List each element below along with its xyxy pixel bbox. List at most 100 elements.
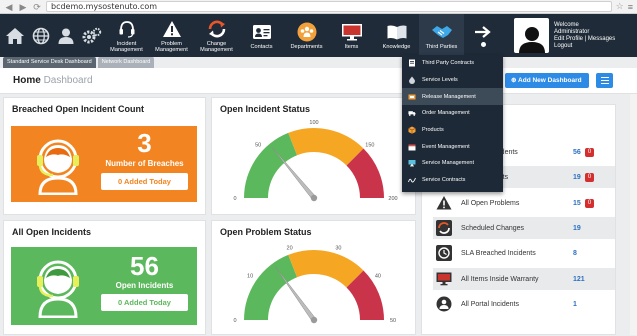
monitor-icon bbox=[341, 22, 363, 42]
list-item-count[interactable]: 15 bbox=[573, 200, 581, 207]
open-incident-label: Open Incidents bbox=[115, 281, 174, 290]
gauge-tick-label: 10 bbox=[247, 273, 253, 279]
dropdown-item-service-contracts[interactable]: Service Contracts bbox=[402, 172, 503, 189]
top-navigation: Incident Management Problem Management C… bbox=[0, 14, 637, 57]
list-item-label: All Items Inside Warranty bbox=[461, 275, 539, 283]
gauge-tick-label: 20 bbox=[287, 246, 293, 252]
forward-icon[interactable]: ▶ bbox=[18, 1, 28, 13]
dropdown-item-label: Service Management bbox=[422, 160, 474, 167]
quick-links bbox=[0, 14, 104, 57]
gauge-tick-label: 50 bbox=[390, 318, 396, 324]
avatar[interactable] bbox=[514, 18, 549, 53]
gauge-tick-label: 150 bbox=[365, 142, 374, 148]
status-badge: 0 bbox=[585, 147, 594, 157]
open-incident-gauge[interactable]: 0 50 100 150 200 bbox=[212, 98, 417, 216]
open-incidents-card[interactable]: 56 Open Incidents 0 Added Today bbox=[11, 247, 197, 325]
gauge-band-green bbox=[244, 132, 298, 198]
list-menu-button[interactable] bbox=[596, 73, 613, 88]
list-item[interactable]: Scheduled Changes 19 bbox=[433, 217, 615, 239]
page-scrollbar[interactable] bbox=[630, 94, 637, 335]
nav-knowledge[interactable]: Knowledge bbox=[374, 14, 419, 57]
dropdown-item-release-management[interactable]: Release Management bbox=[402, 88, 503, 106]
monitor-icon bbox=[435, 270, 453, 288]
list-item-label: All Portal Incidents bbox=[461, 300, 519, 308]
list-item-count[interactable]: 56 bbox=[573, 149, 581, 156]
drop-icon bbox=[408, 76, 416, 85]
nav-departments[interactable]: Departments bbox=[284, 14, 329, 57]
dropdown-item-service-levels[interactable]: Service Levels bbox=[402, 72, 503, 89]
breached-added-today-button[interactable]: 0 Added Today bbox=[101, 173, 188, 190]
dropdown-item-service-management[interactable]: Service Management bbox=[402, 155, 503, 172]
plus-circle-icon: ⊕ bbox=[511, 77, 517, 84]
list-item-label: SLA Breached Incidents bbox=[461, 249, 536, 257]
status-badge: 0 bbox=[585, 172, 594, 182]
panel-title: All Open Incidents bbox=[12, 227, 92, 237]
tab-standard-service-desk[interactable]: Standard Service Desk Dashboard bbox=[3, 57, 96, 68]
pager-dot bbox=[480, 41, 486, 47]
page-title: Home Dashboard bbox=[13, 75, 93, 86]
gauge-tick-label: 100 bbox=[309, 120, 318, 126]
nav-items[interactable]: Items bbox=[329, 14, 374, 57]
home-icon[interactable] bbox=[3, 21, 27, 51]
settings-icon[interactable] bbox=[80, 21, 104, 51]
back-icon[interactable]: ◀ bbox=[4, 1, 14, 13]
gauge-hub bbox=[310, 316, 318, 324]
open-incident-status-panel: Open Incident Status 0 50 100 150 200 bbox=[211, 97, 416, 215]
third-parties-dropdown: Third Party Contracts Service Levels Relea… bbox=[402, 55, 503, 192]
user-icon[interactable] bbox=[55, 21, 79, 51]
contract-icon bbox=[408, 59, 416, 67]
open-added-today-button[interactable]: 0 Added Today bbox=[101, 294, 188, 311]
handshake-icon bbox=[431, 22, 453, 42]
panel-title: Breached Open Incident Count bbox=[12, 104, 145, 114]
list-item[interactable]: SLA Breached Incidents 8 bbox=[433, 242, 615, 264]
bookmark-star-icon[interactable]: ☆ bbox=[616, 1, 624, 12]
dropdown-item-label: Order Management bbox=[422, 110, 470, 117]
list-item-count[interactable]: 19 bbox=[573, 174, 581, 181]
nav-incident-management[interactable]: Incident Management bbox=[104, 14, 149, 57]
list-item[interactable]: All Open Problems 15 0 bbox=[433, 192, 615, 214]
list-item-label: All Open Problems bbox=[461, 199, 520, 207]
globe-icon[interactable] bbox=[29, 21, 53, 51]
messages-link[interactable]: Messages bbox=[588, 36, 615, 42]
agent-headset-icon bbox=[37, 260, 79, 318]
user-info: Welcome Administrator Edit Profile | Mes… bbox=[554, 22, 615, 50]
dropdown-item-label: Products bbox=[422, 127, 444, 134]
list-item-count[interactable]: 8 bbox=[573, 250, 577, 257]
reload-icon[interactable]: ⟳ bbox=[32, 1, 42, 13]
nav-problem-management[interactable]: Problem Management bbox=[149, 14, 194, 57]
gauge-tick-label: 0 bbox=[233, 196, 236, 202]
tab-network-dashboard[interactable]: Network Dashboard bbox=[97, 57, 155, 68]
list-item[interactable]: All Items Inside Warranty 121 bbox=[433, 268, 615, 290]
dropdown-item-products[interactable]: Products bbox=[402, 122, 503, 139]
nav-third-parties[interactable]: Third Parties bbox=[419, 14, 464, 57]
dropdown-item-label: Service Contracts bbox=[422, 177, 466, 184]
logout-link[interactable]: Logout bbox=[554, 43, 615, 50]
release-icon bbox=[408, 93, 416, 101]
module-nav: Incident Management Problem Management C… bbox=[104, 14, 464, 57]
nav-change-management[interactable]: Change Management bbox=[194, 14, 239, 57]
book-icon bbox=[386, 22, 408, 42]
edit-profile-link[interactable]: Edit Profile bbox=[554, 36, 583, 42]
gauge-tick-label: 0 bbox=[233, 318, 236, 324]
address-bar[interactable]: bcdemo.mysostenuto.com bbox=[46, 1, 612, 12]
nav-contacts[interactable]: Contacts bbox=[239, 14, 284, 57]
headset-icon bbox=[116, 19, 138, 39]
add-dashboard-button[interactable]: ⊕ Add New Dashboard bbox=[505, 73, 589, 88]
status-badge: 0 bbox=[585, 198, 594, 208]
dropdown-item-event-management[interactable]: Event Management bbox=[402, 138, 503, 155]
open-incident-count: 56 bbox=[130, 251, 159, 281]
breached-count-card[interactable]: 3 Number of Breaches 0 Added Today bbox=[11, 126, 197, 202]
gauge-tick-label: 50 bbox=[255, 142, 261, 148]
list-item-label: Scheduled Changes bbox=[461, 224, 525, 232]
list-item-count[interactable]: 121 bbox=[573, 276, 585, 283]
browser-menu-icon[interactable]: ≡ bbox=[628, 2, 633, 12]
list-item[interactable]: All Portal Incidents 1 bbox=[433, 293, 615, 315]
open-problem-gauge[interactable]: 0 10 20 30 40 50 bbox=[212, 221, 417, 336]
link-separator: | bbox=[584, 35, 587, 42]
dropdown-item-third-party-contracts[interactable]: Third Party Contracts bbox=[402, 55, 503, 72]
dropdown-item-order-management[interactable]: Order Management bbox=[402, 105, 503, 122]
list-item-count[interactable]: 19 bbox=[573, 225, 581, 232]
welcome-text: Welcome bbox=[554, 21, 579, 28]
more-nav-arrow[interactable] bbox=[464, 14, 502, 57]
list-item-count[interactable]: 1 bbox=[573, 301, 577, 308]
